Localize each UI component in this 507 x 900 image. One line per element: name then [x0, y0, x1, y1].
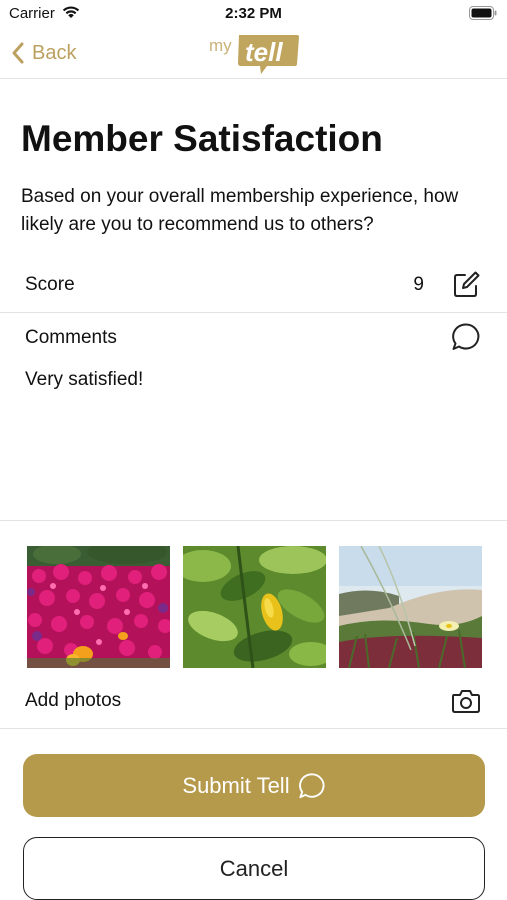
status-bar: Carrier 2:32 PM: [0, 0, 507, 28]
status-time: 2:32 PM: [225, 5, 282, 22]
lemon-leaves-photo[interactable]: [183, 546, 326, 668]
beach-dunes-photo[interactable]: [339, 546, 482, 668]
back-button[interactable]: Back: [10, 38, 76, 68]
mytell-logo: my tell: [209, 35, 299, 74]
score-value: 9: [413, 274, 424, 295]
score-row[interactable]: Score 9: [0, 260, 507, 313]
submit-tell-button[interactable]: Submit Tell: [23, 754, 485, 817]
speech-bubble-icon[interactable]: [451, 322, 481, 352]
navigation-bar: Back my tell: [0, 28, 507, 79]
speech-bubble-icon: [298, 772, 325, 798]
chevron-left-icon: [12, 42, 24, 64]
battery-icon: [469, 6, 497, 20]
survey-question: Based on your overall membership experie…: [21, 186, 459, 235]
comments-section[interactable]: Comments Very satisfied!: [0, 313, 507, 521]
logo-tell: tell: [245, 37, 283, 67]
page-title: Member Satisfaction: [21, 118, 383, 159]
back-label: Back: [32, 41, 77, 64]
submit-label: Submit Tell: [182, 772, 290, 798]
pink-flowers-photo[interactable]: [27, 546, 170, 668]
camera-icon[interactable]: [451, 688, 481, 714]
score-label: Score: [25, 274, 75, 295]
comment-text: Very satisfied!: [25, 369, 144, 390]
edit-icon[interactable]: [452, 271, 480, 299]
add-photos-label: Add photos: [25, 690, 122, 711]
add-photos-row[interactable]: Add photos: [0, 680, 507, 729]
logo-my: my: [209, 36, 232, 55]
cancel-label: Cancel: [219, 855, 289, 881]
photo-gallery: [27, 546, 482, 668]
cancel-button[interactable]: Cancel: [23, 837, 485, 900]
comments-label: Comments: [25, 327, 117, 348]
